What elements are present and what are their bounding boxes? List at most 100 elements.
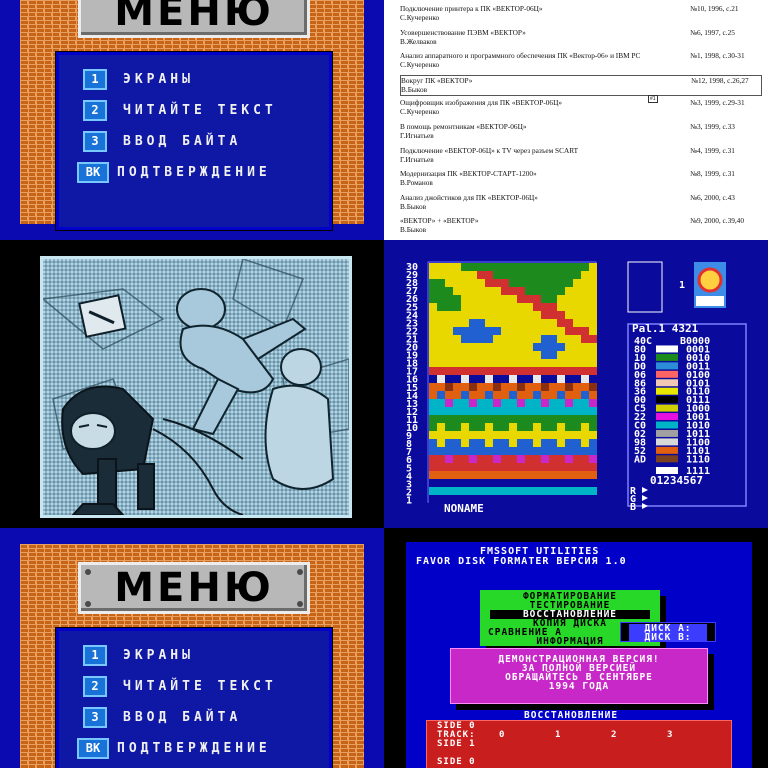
pixel-cell bbox=[541, 439, 549, 447]
pixel-cell bbox=[573, 271, 581, 279]
pixel-cell bbox=[541, 375, 549, 383]
pixel-cell bbox=[581, 303, 589, 311]
pixel-cell bbox=[453, 343, 461, 351]
pixel-cell bbox=[429, 439, 437, 447]
pixel-cell bbox=[493, 335, 501, 343]
pixel-cell bbox=[445, 263, 453, 271]
pixel-cell bbox=[581, 367, 589, 375]
pixel-cell bbox=[501, 399, 509, 407]
pixel-cell bbox=[581, 375, 589, 383]
article-issue: №12, 1998, с.26,27 bbox=[691, 75, 749, 85]
pixel-cell bbox=[589, 399, 597, 407]
menu-item-byte-input[interactable]: 3 ВВОД БАЙТА bbox=[83, 130, 241, 152]
pixel-cell bbox=[445, 439, 453, 447]
palette-swatch bbox=[656, 413, 678, 421]
article-author: С.Кучеренко bbox=[400, 13, 440, 22]
pixel-cell bbox=[461, 367, 469, 375]
pixel-cell bbox=[573, 399, 581, 407]
pixel-cell bbox=[525, 375, 533, 383]
pixel-cell bbox=[565, 271, 573, 279]
pixel-cell bbox=[461, 335, 469, 343]
pixel-cell bbox=[517, 407, 525, 415]
pixel-cell bbox=[501, 391, 509, 399]
pixel-cell bbox=[445, 271, 453, 279]
pixel-cell bbox=[445, 431, 453, 439]
pixel-cell bbox=[501, 319, 509, 327]
pixel-cell bbox=[573, 351, 581, 359]
track-2: 2 bbox=[611, 730, 618, 740]
pixel-cell bbox=[549, 303, 557, 311]
menu-item-read-text[interactable]: 2 ЧИТАЙТЕ ТЕКСТ bbox=[83, 675, 277, 697]
pixel-cell bbox=[541, 423, 549, 431]
pixel-cell bbox=[437, 287, 445, 295]
pixel-cell bbox=[565, 343, 573, 351]
pixel-cell bbox=[517, 271, 525, 279]
pixel-cell bbox=[501, 479, 509, 487]
palette-swatch bbox=[656, 429, 678, 437]
article-title: Вокруг ПК «ВЕКТОР» bbox=[401, 75, 473, 85]
pixel-cell bbox=[493, 263, 501, 271]
pixel-cell bbox=[517, 287, 525, 295]
palette-swatch bbox=[656, 446, 678, 454]
pixel-cell bbox=[461, 327, 469, 335]
pixel-cell bbox=[541, 463, 549, 471]
pixel-cell bbox=[461, 455, 469, 463]
menu-item-label: ЧИТАЙТЕ ТЕКСТ bbox=[123, 678, 277, 694]
pixel-cell bbox=[573, 391, 581, 399]
pixel-cell bbox=[533, 455, 541, 463]
pixel-cell bbox=[437, 391, 445, 399]
pixel-cell bbox=[469, 423, 477, 431]
key-3: 3 bbox=[83, 706, 107, 728]
color-digits: 01234567 bbox=[650, 474, 703, 487]
menu-box: 1 ЭКРАНЫ 2 ЧИТАЙТЕ ТЕКСТ 3 ВВОД БАЙТА ВК… bbox=[56, 628, 332, 768]
pixel-cell bbox=[445, 359, 453, 367]
pixel-cell bbox=[573, 319, 581, 327]
pixel-cell bbox=[509, 351, 517, 359]
pixel-cell bbox=[509, 375, 517, 383]
pixel-cell bbox=[549, 439, 557, 447]
article-issue: №6, 1997, с.25 bbox=[690, 27, 735, 37]
pixel-cell bbox=[493, 375, 501, 383]
pixel-cell bbox=[573, 287, 581, 295]
pixel-cell bbox=[485, 431, 493, 439]
palette-swatch bbox=[656, 396, 678, 404]
menu-item-byte-input[interactable]: 3 ВВОД БАЙТА bbox=[83, 706, 241, 728]
pixel-cell bbox=[437, 479, 445, 487]
pixel-cell bbox=[485, 407, 493, 415]
pixel-cell bbox=[549, 367, 557, 375]
pixel-cell bbox=[469, 471, 477, 479]
pixel-cell bbox=[589, 279, 597, 287]
pixel-cell bbox=[573, 471, 581, 479]
pixel-cell bbox=[509, 423, 517, 431]
pixel-cell bbox=[429, 271, 437, 279]
pixel-cell bbox=[461, 439, 469, 447]
pixel-cell bbox=[565, 335, 573, 343]
pixel-cell bbox=[469, 335, 477, 343]
menu-item-screens[interactable]: 1 ЭКРАНЫ bbox=[83, 644, 194, 666]
pixel-cell bbox=[493, 423, 501, 431]
disk-b-option[interactable]: ДИСК В: bbox=[629, 633, 707, 642]
pixel-cell bbox=[541, 447, 549, 455]
palette-swatch bbox=[656, 345, 678, 353]
pixel-cell bbox=[517, 303, 525, 311]
pixel-cell bbox=[557, 343, 565, 351]
menu-item-confirm[interactable]: ВК ПОДТВЕРЖДЕНИЕ bbox=[77, 737, 271, 759]
palette-swatch bbox=[656, 455, 678, 463]
pixel-cell bbox=[461, 303, 469, 311]
sprite-editor-screen: 30 29 28 27 26 25 24 23 22 21 20 19 18 17 16 15 14 13 12 11… bbox=[384, 240, 768, 528]
pixel-cell bbox=[453, 479, 461, 487]
pixel-cell bbox=[565, 303, 573, 311]
menu-item-confirm[interactable]: ВК ПОДТВЕРЖДЕНИЕ bbox=[77, 161, 271, 183]
pixel-cell bbox=[533, 287, 541, 295]
pixel-cell bbox=[461, 311, 469, 319]
pixel-cell bbox=[565, 495, 573, 503]
pixel-cell bbox=[565, 439, 573, 447]
menu-item-read-text[interactable]: 2 ЧИТАЙТЕ ТЕКСТ bbox=[83, 99, 277, 121]
menu-item-screens[interactable]: 1 ЭКРАНЫ bbox=[83, 68, 194, 90]
pixel-cell bbox=[477, 335, 485, 343]
menu-title: МЕНЮ bbox=[114, 565, 274, 611]
pixel-cell bbox=[517, 263, 525, 271]
pixel-cell bbox=[429, 335, 437, 343]
pixel-cell bbox=[509, 311, 517, 319]
pixel-cell bbox=[549, 343, 557, 351]
